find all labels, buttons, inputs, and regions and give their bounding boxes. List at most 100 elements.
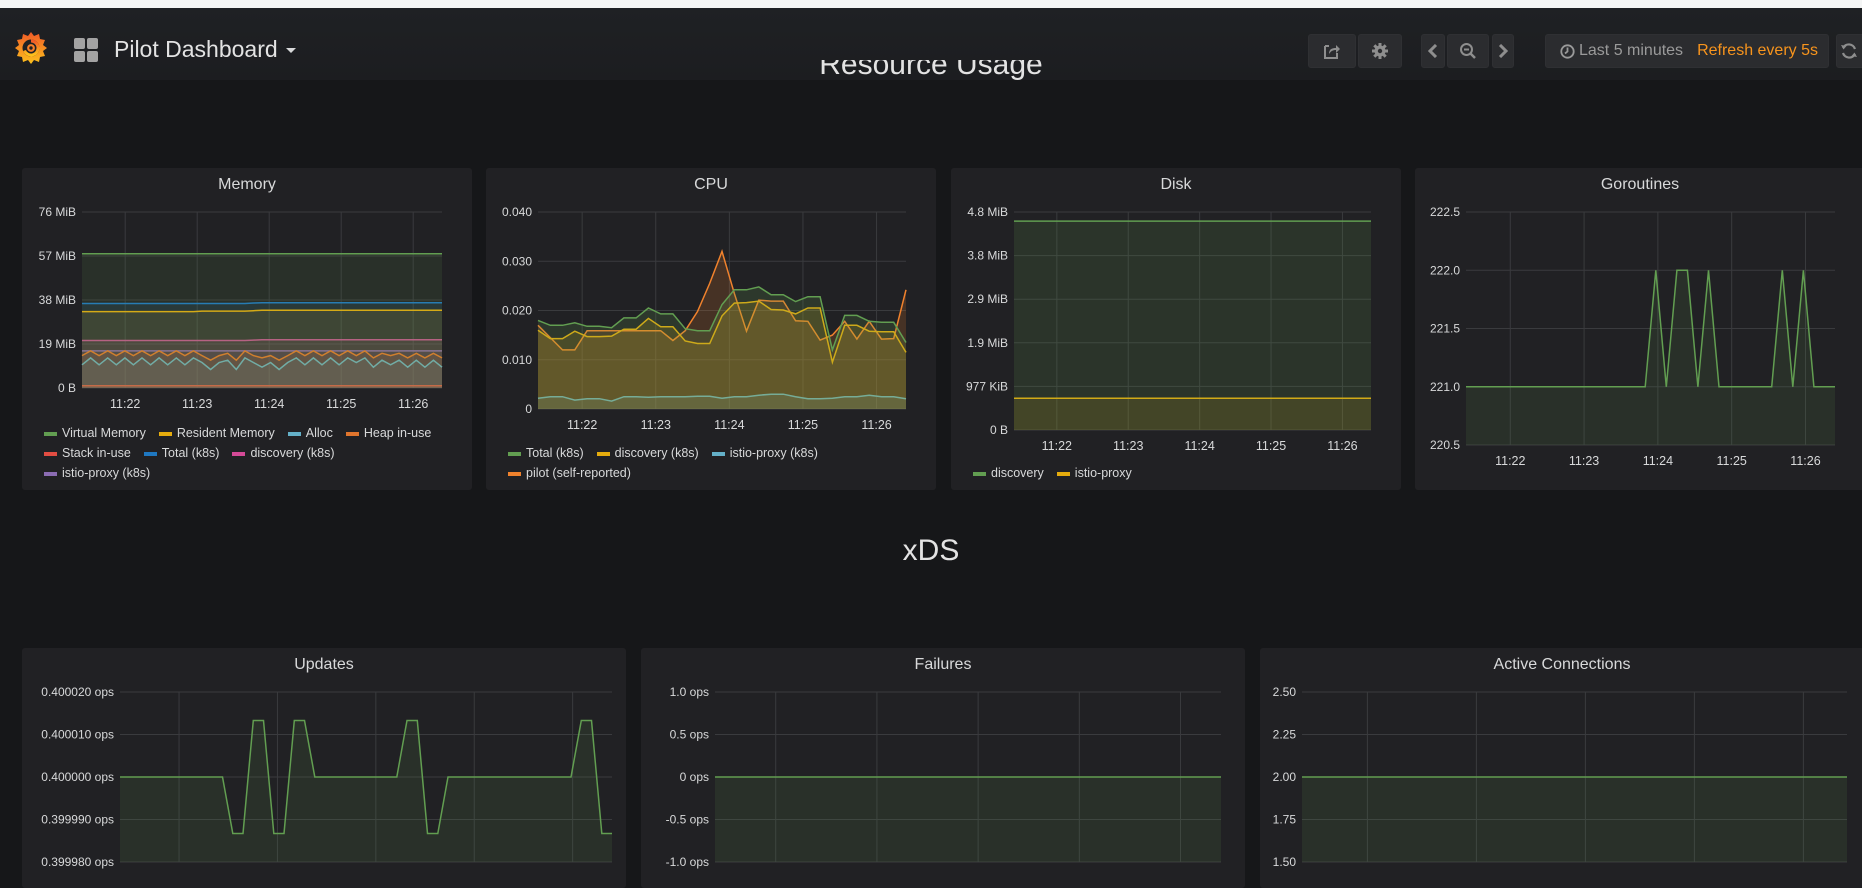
y-tick-label: 1.9 MiB — [967, 336, 1008, 350]
dashboards-icon[interactable] — [74, 38, 98, 62]
cpu-chart[interactable]: 0 0.010 0.020 0.030 0.040 11:22 11:23 11:24 11:2… — [486, 168, 936, 490]
legend-swatch — [596, 451, 610, 456]
y-tick-label: 0 ops — [680, 770, 709, 784]
y-tick-label: 0.030 — [502, 254, 532, 268]
x-tick-label: 11:25 — [788, 418, 818, 432]
y-tick-label: 221.0 — [1430, 380, 1460, 394]
x-tick-label: 11:25 — [326, 397, 356, 411]
chevron-right-icon — [1498, 44, 1508, 58]
y-tick-label: 2.25 — [1273, 728, 1297, 742]
y-tick-label: 1.75 — [1273, 813, 1297, 827]
y-tick-label: 76 MiB — [39, 205, 76, 219]
legend-item[interactable]: Alloc — [287, 423, 333, 443]
y-tick-label: 2.50 — [1273, 685, 1297, 699]
active-connections-chart[interactable]: 1.50 1.75 2.00 2.25 2.50 — [1260, 648, 1862, 888]
x-tick-label: 11:25 — [1717, 454, 1747, 468]
y-tick-label: 220.5 — [1430, 438, 1460, 452]
legend-item[interactable]: Stack in-use — [44, 443, 131, 463]
y-tick-label: 0.400000 ops — [41, 770, 114, 784]
x-tick-label: 11:22 — [110, 397, 140, 411]
y-tick-label: 0 — [525, 402, 532, 416]
legend-swatch — [44, 431, 57, 436]
y-tick-label: 221.5 — [1430, 322, 1460, 336]
x-tick-label: 11:26 — [398, 397, 428, 411]
dashboard-title-dropdown[interactable]: Pilot Dashboard — [114, 36, 296, 63]
panel-goroutines[interactable]: Goroutines 220.5 221.0 221.5 222.0 222.5 11:2… — [1415, 168, 1862, 490]
y-tick-label: 222.5 — [1430, 205, 1460, 219]
y-tick-label: 19 MiB — [39, 337, 76, 351]
legend-label: discovery (k8s) — [614, 446, 699, 460]
legend-item[interactable]: pilot (self-reported) — [508, 463, 631, 483]
legend-item[interactable]: istio-proxy (k8s) — [711, 443, 818, 463]
legend-item[interactable]: discovery (k8s) — [596, 443, 699, 463]
legend-item[interactable]: Virtual Memory — [44, 423, 146, 443]
legend-item[interactable]: Heap in-use — [345, 423, 431, 443]
y-tick-label: 0 B — [990, 423, 1008, 437]
legend-swatch — [287, 431, 301, 436]
failures-chart[interactable]: -1.0 ops -0.5 ops 0 ops 0.5 ops 1.0 ops — [641, 648, 1245, 888]
y-tick-label: 0.399980 ops — [41, 855, 114, 869]
panel-memory[interactable]: Memory 0 B 19 MiB 38 MiB 57 MiB 76 MiB 11:22 1… — [22, 168, 472, 490]
y-tick-label: 1.50 — [1273, 855, 1297, 869]
share-icon — [1324, 45, 1340, 59]
y-tick-label: 0.5 ops — [670, 728, 709, 742]
y-tick-label: 977 KiB — [966, 379, 1008, 393]
y-tick-label: 2.9 MiB — [967, 292, 1008, 306]
legend-swatch — [232, 451, 246, 456]
disk-chart[interactable]: 0 B 977 KiB 1.9 MiB 2.9 MiB 3.8 MiB 4.8 MiB 11… — [951, 168, 1401, 490]
dashboard-title: Pilot Dashboard — [114, 36, 278, 62]
panel-disk[interactable]: Disk 0 B 977 KiB 1.9 MiB 2.9 MiB 3.8 MiB 4.8 … — [951, 168, 1401, 490]
x-tick-label: 11:22 — [567, 418, 597, 432]
legend-item[interactable]: istio-proxy — [1056, 463, 1132, 483]
panel-failures[interactable]: Failures -1.0 ops -0.5 ops 0 ops 0.5 ops 1.0… — [641, 648, 1245, 888]
series-area-discovery — [1014, 221, 1371, 430]
y-tick-label: 0.399990 ops — [41, 813, 114, 827]
legend-label: pilot (self-reported) — [526, 466, 631, 480]
goroutines-chart[interactable]: 220.5 221.0 221.5 222.0 222.5 11:22 11:23 11:24… — [1415, 168, 1862, 490]
panel-updates[interactable]: Updates 0.399980 ops 0.399990 ops 0.400000… — [22, 648, 626, 888]
legend-label: Total (k8s) — [161, 446, 220, 460]
x-tick-label: 11:26 — [1790, 454, 1820, 468]
legend-swatch — [44, 471, 57, 476]
y-tick-label: -0.5 ops — [666, 813, 709, 827]
y-tick-label: 2.00 — [1273, 770, 1297, 784]
panel-active-connections[interactable]: Active Connections 1.50 1.75 2.00 2.25 2.50 — [1260, 648, 1862, 888]
refresh-interval-label: Refresh every 5s — [1697, 42, 1818, 59]
y-tick-label: 0.040 — [502, 205, 532, 219]
zoom-out-icon — [1460, 43, 1476, 59]
legend-label: Alloc — [305, 426, 333, 440]
legend-item[interactable]: Resident Memory — [158, 423, 275, 443]
legend-item[interactable]: discovery (k8s) — [232, 443, 334, 463]
y-tick-label: 0 B — [58, 381, 76, 395]
grafana-logo-icon[interactable] — [14, 30, 48, 64]
caret-down-icon — [285, 48, 296, 54]
series-area-failures — [715, 777, 1221, 862]
legend-label: Stack in-use — [62, 446, 131, 460]
row-title-xds[interactable]: xDS — [0, 534, 1862, 568]
series-area-connections — [1302, 777, 1847, 862]
updates-chart[interactable]: 0.399980 ops 0.399990 ops 0.400000 ops 0.40… — [22, 648, 626, 888]
y-tick-label: 222.0 — [1430, 263, 1460, 277]
legend-label: istio-proxy — [1074, 466, 1132, 480]
y-tick-label: 0.010 — [502, 353, 532, 367]
y-tick-label: -1.0 ops — [666, 855, 709, 869]
legend-item[interactable]: Total (k8s) — [143, 443, 220, 463]
legend-swatch — [508, 451, 521, 456]
y-tick-label: 0.400010 ops — [41, 728, 114, 742]
series-area-updates — [120, 720, 612, 862]
legend-swatch — [1056, 471, 1070, 476]
legend-item[interactable]: discovery — [973, 463, 1044, 483]
legend-item[interactable]: istio-proxy (k8s) — [44, 463, 150, 483]
y-tick-label: 57 MiB — [39, 249, 76, 263]
legend-swatch — [158, 431, 172, 436]
panel-cpu[interactable]: CPU 0 0.010 0.020 0.030 0.040 11:22 11:23 11:24… — [486, 168, 936, 490]
x-tick-label: 11:24 — [1184, 439, 1214, 453]
legend-label: Resident Memory — [176, 426, 275, 440]
x-tick-label: 11:23 — [641, 418, 671, 432]
x-tick-label: 11:22 — [1042, 439, 1072, 453]
legend-swatch — [143, 451, 157, 456]
x-tick-label: 11:23 — [1113, 439, 1143, 453]
legend-item[interactable]: Total (k8s) — [508, 443, 584, 463]
chevron-left-icon — [1428, 44, 1438, 58]
legend-label: Virtual Memory — [62, 426, 146, 440]
